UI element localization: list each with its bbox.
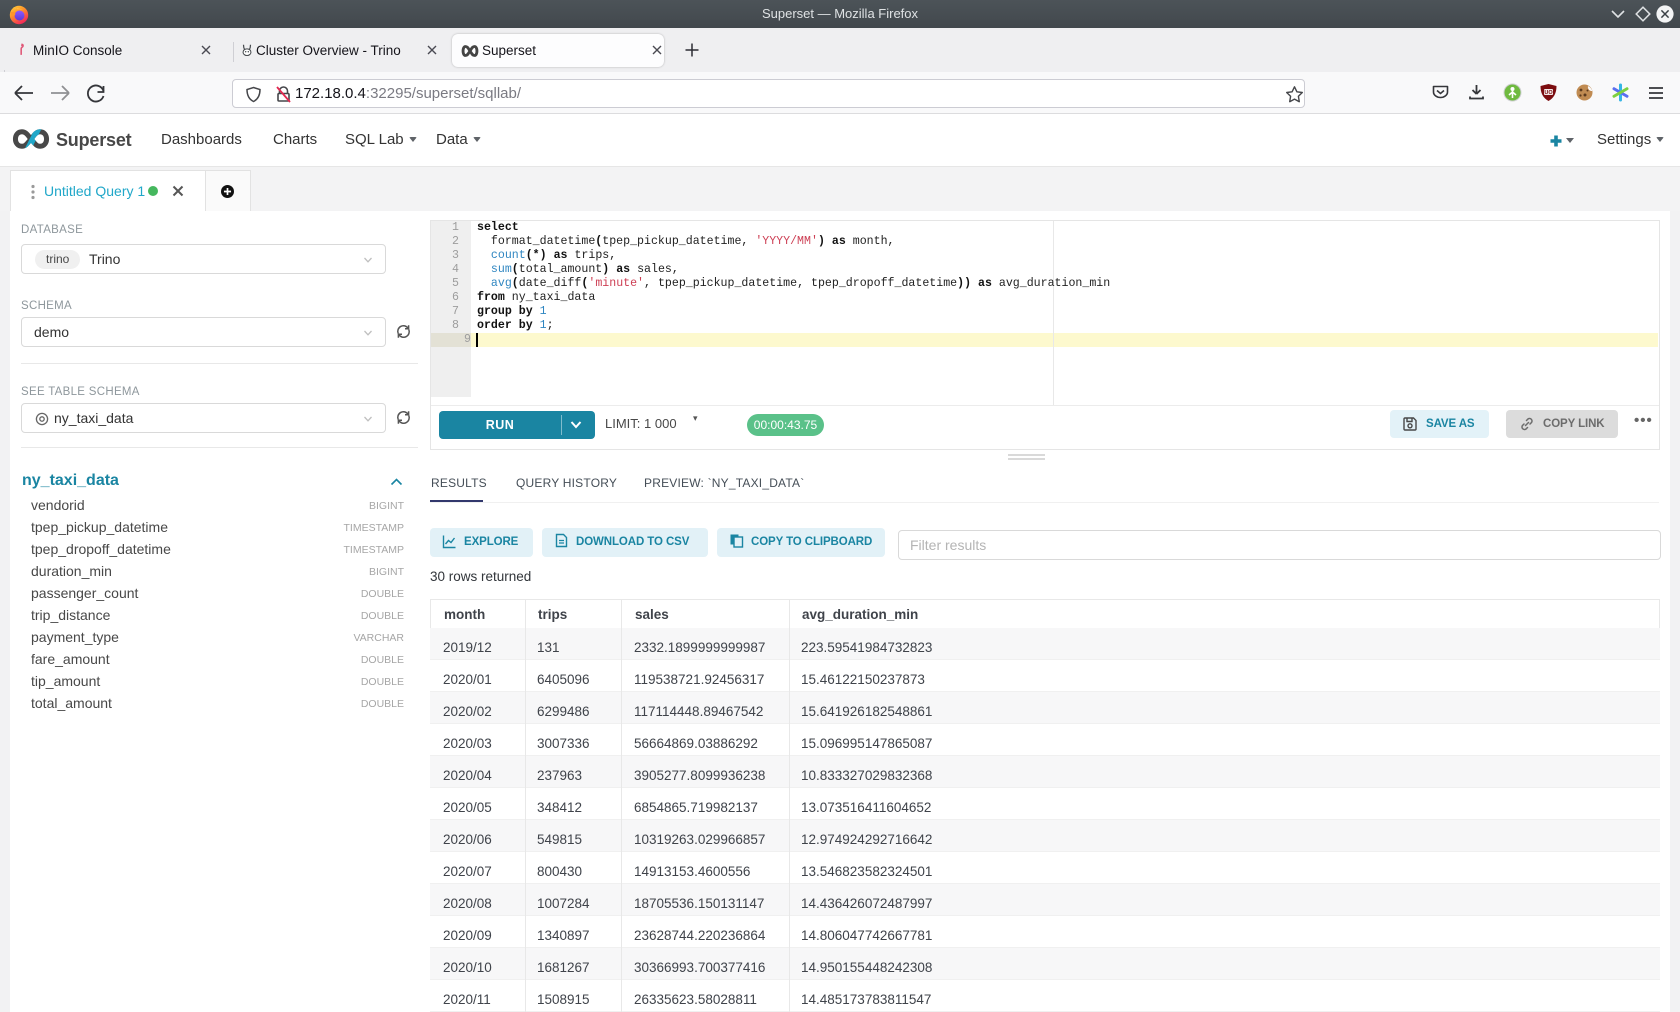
svg-text:UO: UO: [1544, 90, 1553, 96]
